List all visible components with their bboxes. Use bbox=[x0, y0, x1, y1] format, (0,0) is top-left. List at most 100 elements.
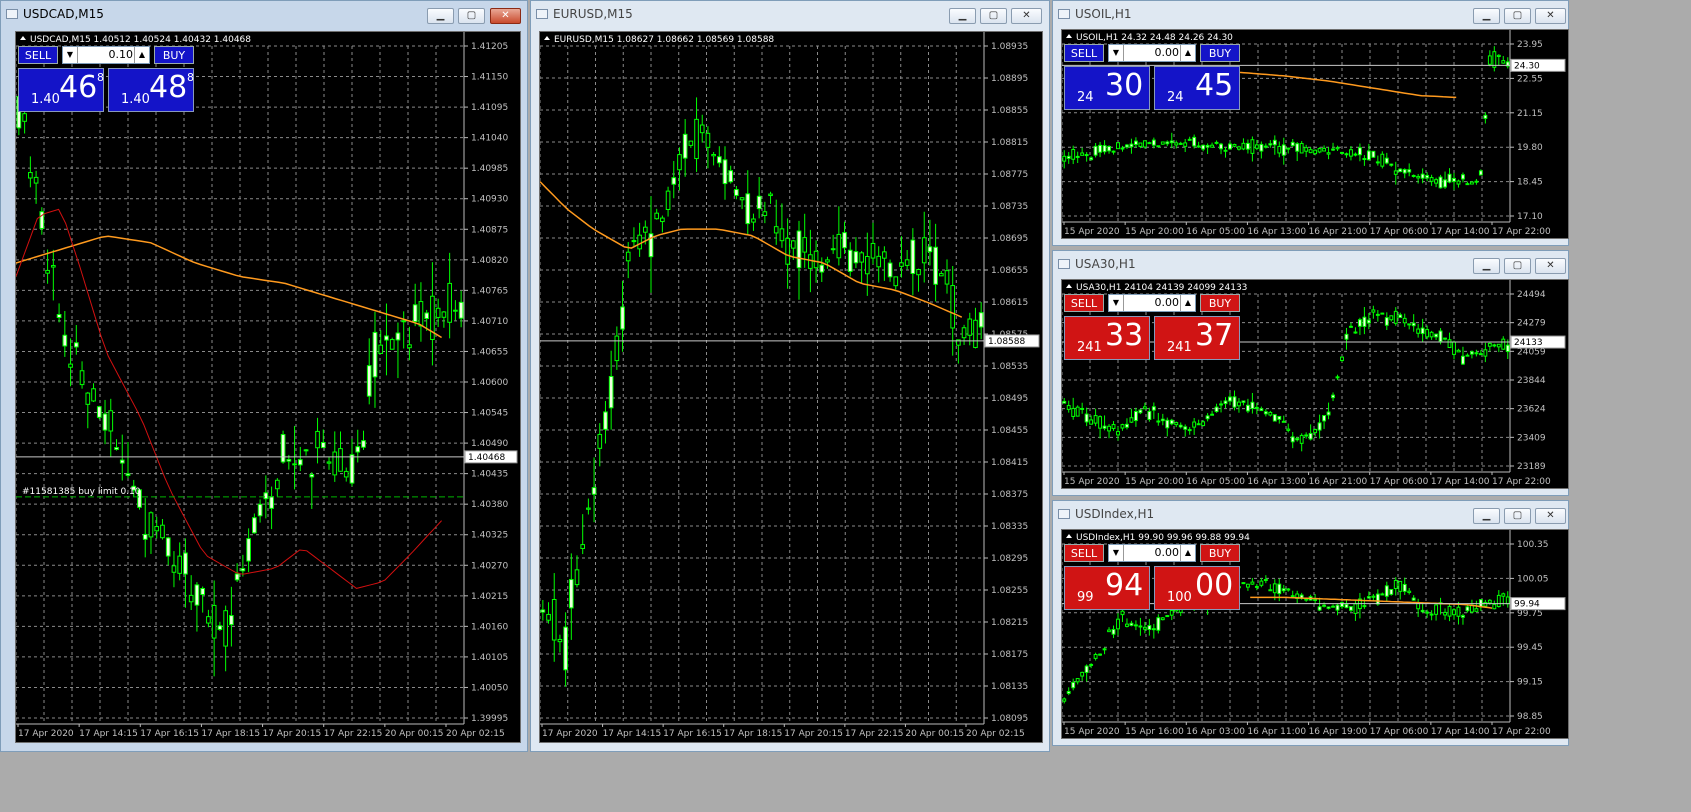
window-titlebar[interactable]: USOIL,H1 ▁ ▢ ✕ bbox=[1053, 1, 1568, 29]
buy-button[interactable]: BUY bbox=[1200, 44, 1240, 62]
chart-area[interactable]: 100.35 100.05 99.75 99.45 99.15 98.85 15 Apr 2… bbox=[1061, 529, 1569, 739]
sell-button[interactable]: SELL bbox=[1064, 294, 1104, 312]
candle-body bbox=[154, 526, 160, 532]
candle-body bbox=[96, 406, 102, 418]
ask-price-display[interactable]: 100 00 bbox=[1154, 566, 1240, 610]
candle-body bbox=[1357, 147, 1362, 156]
candle-body bbox=[887, 262, 893, 278]
candle-body bbox=[671, 177, 677, 185]
chevron-up-icon[interactable]: ▲ bbox=[1180, 295, 1195, 311]
sell-button[interactable]: SELL bbox=[18, 46, 58, 64]
chevron-down-icon[interactable]: ▼ bbox=[1109, 545, 1124, 561]
close-button[interactable]: ✕ bbox=[490, 8, 521, 24]
candle-body bbox=[1353, 331, 1358, 334]
one-click-trading-panel[interactable]: SELL ▼ 0.00 ▲ BUY 99 94 100 00 bbox=[1064, 544, 1248, 610]
chart-area[interactable]: 24494 24279 24059 23844 23624 23409 23189 15 Ap… bbox=[1061, 279, 1569, 489]
one-click-trading-panel[interactable]: SELL ▼ 0.00 ▲ BUY 241 33 241 37 bbox=[1064, 294, 1248, 360]
chart-area[interactable]: 23.95 22.55 21.15 19.80 18.45 17.10 15 Apr 202… bbox=[1061, 29, 1569, 239]
volume-spinner[interactable]: ▼ 0.00 ▲ bbox=[1108, 544, 1196, 562]
one-click-trading-panel[interactable]: SELL ▼ 0.00 ▲ BUY 24 30 24 45 bbox=[1064, 44, 1248, 110]
candle-body bbox=[722, 159, 728, 185]
minimize-button[interactable]: ▁ bbox=[1473, 8, 1500, 24]
volume-spinner[interactable]: ▼ 0.10 ▲ bbox=[62, 46, 150, 64]
bid-price-prefix: 99 bbox=[1077, 590, 1094, 605]
bid-price-display[interactable]: 99 94 bbox=[1064, 566, 1150, 610]
candle-body bbox=[1277, 583, 1282, 595]
price-label: 1.08255 bbox=[991, 586, 1028, 596]
volume-value[interactable]: 0.00 bbox=[1125, 295, 1181, 311]
bid-price-display[interactable]: 1.40 46 8 bbox=[18, 68, 104, 112]
maximize-button[interactable]: ▢ bbox=[1504, 508, 1531, 524]
chart-area[interactable]: 1.41205 1.41150 1.41095 1.41040 1.40985 1.409… bbox=[15, 31, 521, 743]
buy-button[interactable]: BUY bbox=[154, 46, 194, 64]
sell-button[interactable]: SELL bbox=[1064, 544, 1104, 562]
ask-price-display[interactable]: 24 45 bbox=[1154, 66, 1240, 110]
maximize-button[interactable]: ▢ bbox=[1504, 8, 1531, 24]
candle-body bbox=[246, 538, 251, 562]
chevron-down-icon[interactable]: ▼ bbox=[1109, 295, 1124, 311]
window-titlebar[interactable]: USDIndex,H1 ▁ ▢ ✕ bbox=[1053, 501, 1568, 529]
volume-value[interactable]: 0.10 bbox=[79, 47, 135, 63]
window-titlebar[interactable]: EURUSD,M15 ▁ ▢ ✕ bbox=[531, 1, 1049, 29]
buy-button[interactable]: BUY bbox=[1200, 294, 1240, 312]
candle-body bbox=[1254, 144, 1259, 149]
bid-price-display[interactable]: 241 33 bbox=[1064, 316, 1150, 360]
candle-body bbox=[1487, 599, 1492, 604]
chevron-down-icon[interactable]: ▼ bbox=[1109, 45, 1124, 61]
collapse-arrow-icon bbox=[20, 36, 26, 40]
candle-body bbox=[183, 552, 188, 575]
minimize-button[interactable]: ▁ bbox=[1473, 508, 1500, 524]
minimize-button[interactable]: ▁ bbox=[1473, 258, 1500, 274]
minimize-button[interactable]: ▁ bbox=[949, 8, 976, 24]
chart-area[interactable]: 1.08935 1.08895 1.08855 1.08815 1.08775 1.087… bbox=[539, 31, 1043, 743]
close-button[interactable]: ✕ bbox=[1535, 8, 1566, 24]
usdindex-window[interactable]: USDIndex,H1 ▁ ▢ ✕ 100.35 100.05 99.75 99.45… bbox=[1052, 500, 1569, 746]
maximize-button[interactable]: ▢ bbox=[1504, 258, 1531, 274]
sell-button[interactable]: SELL bbox=[1064, 44, 1104, 62]
one-click-trading-panel[interactable]: SELL ▼ 0.10 ▲ BUY 1.40 46 8 1.40 48 8 bbox=[18, 46, 202, 112]
close-button[interactable]: ✕ bbox=[1011, 8, 1042, 24]
price-label: 1.40820 bbox=[471, 256, 508, 266]
eurusd-window[interactable]: EURUSD,M15 ▁ ▢ ✕ 1.08935 1.08895 1.08855 1.… bbox=[530, 0, 1050, 752]
price-label: 23844 bbox=[1517, 376, 1546, 386]
price-label: 99.45 bbox=[1517, 643, 1543, 653]
window-titlebar[interactable]: USDCAD,M15 ▁ ▢ ✕ bbox=[1, 1, 527, 29]
volume-value[interactable]: 0.00 bbox=[1125, 45, 1181, 61]
usoil-window[interactable]: USOIL,H1 ▁ ▢ ✕ 23.95 22.55 21.15 19.80 18.45… bbox=[1052, 0, 1569, 246]
maximize-button[interactable]: ▢ bbox=[458, 8, 485, 24]
candle-body bbox=[1366, 596, 1371, 599]
candle-body bbox=[1183, 426, 1188, 430]
chevron-up-icon[interactable]: ▲ bbox=[134, 47, 149, 63]
candle-body bbox=[1380, 312, 1385, 315]
candle-body bbox=[1416, 328, 1421, 334]
ask-price-display[interactable]: 241 37 bbox=[1154, 316, 1240, 360]
candle-body bbox=[1398, 580, 1403, 592]
bid-price-display[interactable]: 24 30 bbox=[1064, 66, 1150, 110]
chevron-up-icon[interactable]: ▲ bbox=[1180, 45, 1195, 61]
chevron-down-icon[interactable]: ▼ bbox=[63, 47, 78, 63]
candle-body bbox=[1147, 410, 1152, 420]
ask-price-display[interactable]: 1.40 48 8 bbox=[108, 68, 194, 112]
close-button[interactable]: ✕ bbox=[1535, 508, 1566, 524]
candle-body bbox=[297, 459, 303, 466]
volume-value[interactable]: 0.00 bbox=[1125, 545, 1181, 561]
candle-body bbox=[1133, 140, 1138, 145]
usa30-window[interactable]: USA30,H1 ▁ ▢ ✕ 24494 24279 24059 23844 23624… bbox=[1052, 250, 1569, 496]
buy-button[interactable]: BUY bbox=[1200, 544, 1240, 562]
window-titlebar[interactable]: USA30,H1 ▁ ▢ ✕ bbox=[1053, 251, 1568, 279]
price-label: 1.08655 bbox=[991, 266, 1028, 276]
candle-body bbox=[1120, 424, 1125, 429]
minimize-button[interactable]: ▁ bbox=[427, 8, 454, 24]
maximize-button[interactable]: ▢ bbox=[980, 8, 1007, 24]
volume-spinner[interactable]: ▼ 0.00 ▲ bbox=[1108, 294, 1196, 312]
time-label: 16 Apr 11:00 bbox=[1247, 727, 1306, 737]
time-label: 15 Apr 2020 bbox=[1064, 727, 1120, 737]
usdcad-window[interactable]: USDCAD,M15 ▁ ▢ ✕ 1.41205 1.41150 1.41095 1.… bbox=[0, 0, 528, 752]
chevron-up-icon[interactable]: ▲ bbox=[1180, 545, 1195, 561]
candle-body bbox=[1371, 150, 1376, 158]
candle-body bbox=[1245, 404, 1250, 412]
volume-spinner[interactable]: ▼ 0.00 ▲ bbox=[1108, 44, 1196, 62]
candle-body bbox=[1084, 665, 1089, 673]
candle-body bbox=[568, 579, 574, 609]
close-button[interactable]: ✕ bbox=[1535, 258, 1566, 274]
